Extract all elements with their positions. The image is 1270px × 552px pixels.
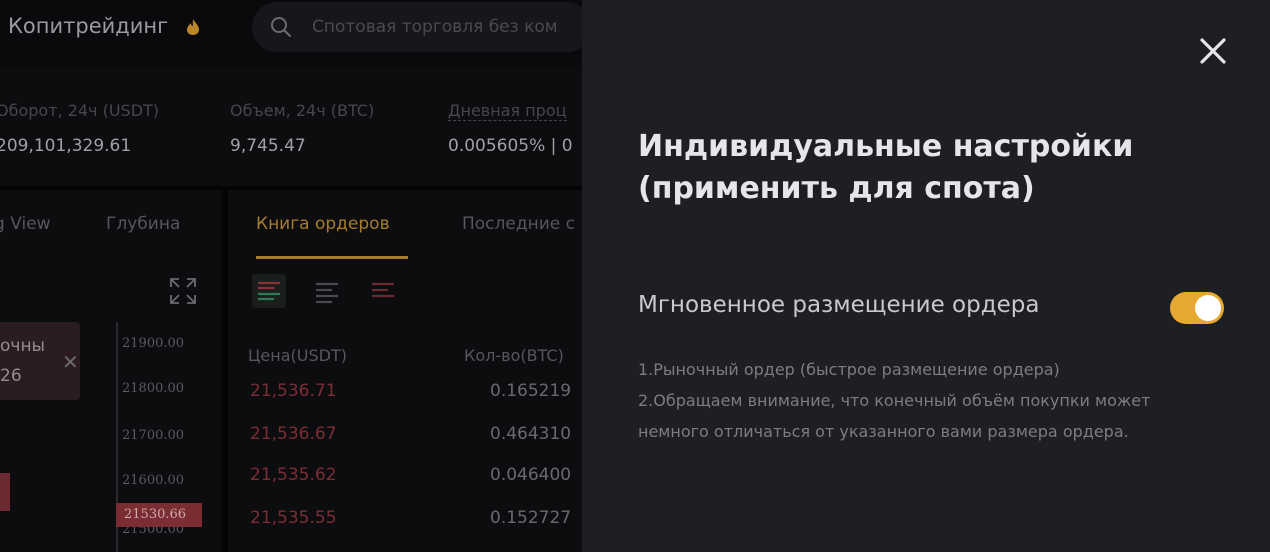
orderbook-bids-icon[interactable] (310, 274, 344, 308)
tab-depth[interactable]: Глубина (106, 214, 180, 234)
orderbook-quantity: 0.464310 (490, 424, 572, 444)
orderbook-asks-icon[interactable] (366, 274, 400, 308)
stat-label-turnover: Оборот, 24ч (USDT) (0, 101, 160, 120)
tab-tradingview[interactable]: g View (0, 214, 51, 234)
close-icon[interactable] (1196, 34, 1230, 68)
description-line: 1.Рыночный ордер (быстрое размещение орд… (638, 360, 1060, 379)
tab-order-book[interactable]: Книга ордеров (256, 214, 390, 234)
price-axis-tick: 21900.00 (122, 336, 185, 351)
top-navigation-bar: Копитрейдинг Спотовая торговля без ком (0, 0, 582, 66)
column-header-price: Цена(USDT) (248, 346, 347, 365)
stat-label-volume: Объем, 24ч (BTC) (230, 101, 375, 120)
description-line: 2.Обращаем внимание, что конечный объём … (638, 391, 1151, 441)
copytrading-link[interactable]: Копитрейдинг (8, 14, 168, 38)
candle (0, 473, 10, 511)
drawer-title: Индивидуальные настройки (применить для … (638, 129, 1134, 206)
orderbook-price[interactable]: 21,536.67 (250, 424, 337, 444)
orderbook-quantity: 0.046400 (490, 465, 572, 485)
tab-recent-trades[interactable]: Последние с (462, 214, 575, 234)
stat-label-funding[interactable]: Дневная проц (448, 101, 567, 121)
expand-icon[interactable] (168, 276, 198, 306)
instant-order-label: Мгновенное размещение ордера (638, 292, 1040, 318)
orderbook-price[interactable]: 21,535.55 (250, 508, 337, 528)
orderbook-price[interactable]: 21,535.62 (250, 465, 337, 485)
search-box[interactable]: Спотовая торговля без ком (252, 2, 582, 52)
popup-text: 26 (0, 366, 22, 386)
settings-drawer: Индивидуальные настройки (применить для … (582, 0, 1270, 552)
current-price-tag: 21530.66 (116, 503, 202, 527)
price-axis-tick: 21800.00 (122, 381, 185, 396)
stat-value-volume: 9,745.47 (230, 136, 306, 156)
search-icon (271, 17, 291, 37)
flame-icon (187, 19, 199, 35)
trading-page-background: Копитрейдинг Спотовая торговля без ком О… (0, 0, 582, 552)
orderbook-panel (228, 190, 582, 552)
market-stats-bar: Оборот, 24ч (USDT) 209,101,329.61 Объем,… (0, 66, 582, 186)
column-header-quantity: Кол-во(BTC) (464, 346, 564, 365)
search-input[interactable]: Спотовая торговля без ком (312, 17, 558, 37)
instant-order-toggle[interactable] (1170, 292, 1224, 324)
orderbook-quantity: 0.152727 (490, 508, 572, 528)
orderbook-both-sides-icon[interactable] (252, 274, 286, 308)
orderbook-price[interactable]: 21,536.71 (250, 381, 337, 401)
price-axis-tick: 21600.00 (122, 473, 185, 488)
popup-text: очны (0, 336, 45, 356)
price-axis-tick: 21700.00 (122, 428, 185, 443)
close-icon[interactable]: ✕ (62, 350, 79, 374)
stat-value-turnover: 209,101,329.61 (0, 136, 132, 156)
stat-value-funding: 0.005605% | 0 (448, 136, 573, 156)
setting-description: 1.Рыночный ордер (быстрое размещение орд… (638, 354, 1208, 447)
orderbook-quantity: 0.165219 (490, 381, 572, 401)
toggle-knob (1195, 295, 1221, 321)
active-tab-indicator (256, 256, 408, 259)
